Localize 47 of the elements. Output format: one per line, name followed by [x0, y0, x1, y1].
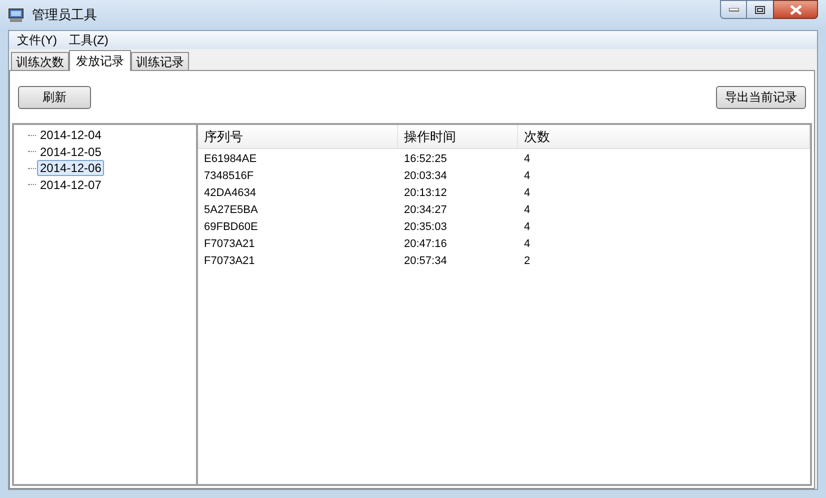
tab[interactable]: 训练记录 [131, 52, 189, 70]
maximize-icon [755, 6, 765, 14]
table-cell-text: 4 [523, 186, 532, 202]
tree-item[interactable]: 2014-12-04 [37, 128, 104, 142]
table-cell-text: 20:13:12 [403, 186, 448, 202]
tree-line [28, 184, 36, 186]
column-header[interactable]: 序列号 [198, 125, 398, 148]
refresh-button[interactable]: 刷新 [18, 86, 91, 108]
table-cell-text: 20:03:34 [403, 169, 448, 184]
tab[interactable]: 训练次数 [11, 52, 69, 70]
table-cell-text: 20:47:16 [403, 237, 448, 252]
computer-icon [8, 8, 24, 22]
tree-item[interactable]: 2014-12-05 [37, 144, 104, 159]
table-cell-text: 4 [523, 152, 532, 168]
tree-line [28, 151, 36, 152]
close-button[interactable] [773, 0, 818, 19]
minimize-button[interactable] [720, 0, 747, 19]
table-cell-text: 20:34:27 [403, 203, 448, 218]
table-cell-text: 20:57:34 [403, 254, 448, 270]
menu-item[interactable]: 工具(Z) [65, 31, 112, 49]
column-header[interactable]: 操作时间 [398, 125, 518, 148]
table-cell-text: 69FBD60E [203, 220, 259, 236]
window-title: 管理员工具 [32, 6, 97, 24]
table-cell-text: 16:52:25 [403, 152, 448, 168]
table-cell-text: 5A27E5BA [203, 203, 259, 218]
table-cell-text: 4 [523, 237, 532, 252]
table-cell-text: 20:35:03 [403, 220, 448, 236]
tab[interactable]: 发放记录 [69, 50, 131, 71]
menu-item[interactable]: 文件(Y) [13, 31, 61, 49]
table-cell-text: E61984AE [203, 152, 258, 168]
table-cell-text: F7073A21 [203, 237, 256, 252]
tree-item[interactable]: 2014-12-06 [37, 160, 104, 176]
table-cell-text: 7348516F [203, 169, 255, 184]
table-cell-text: 4 [523, 220, 532, 236]
tree-line [28, 134, 36, 136]
table-cell-text: F7073A21 [203, 254, 256, 270]
close-icon [790, 4, 802, 14]
table-cell-text: 4 [523, 169, 532, 184]
minimize-icon [728, 8, 738, 12]
maximize-button[interactable] [747, 0, 773, 19]
export-button[interactable]: 导出当前记录 [716, 86, 806, 108]
table-cell-text: 2 [523, 254, 532, 270]
table-cell-text: 4 [523, 203, 532, 218]
table-cell-text: 42DA4634 [203, 186, 257, 202]
tree-line [28, 168, 36, 169]
column-header[interactable]: 次数 [518, 125, 810, 148]
tree-item[interactable]: 2014-12-07 [37, 178, 104, 192]
